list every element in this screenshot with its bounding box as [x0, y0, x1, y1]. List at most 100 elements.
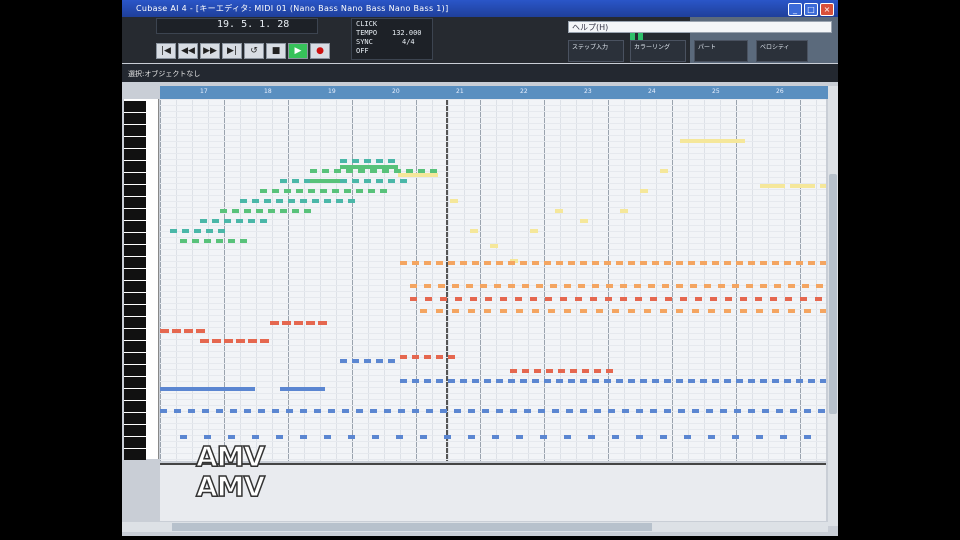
midi-note[interactable] [695, 297, 702, 301]
midi-note[interactable] [252, 199, 259, 203]
midi-note[interactable] [820, 309, 826, 313]
midi-note[interactable] [240, 199, 247, 203]
midi-note[interactable] [480, 284, 487, 288]
midi-note[interactable] [596, 309, 603, 313]
midi-note[interactable] [228, 435, 235, 439]
midi-note[interactable] [620, 284, 627, 288]
midi-note[interactable] [820, 261, 826, 265]
midi-note[interactable] [310, 179, 340, 183]
midi-note[interactable] [644, 309, 651, 313]
midi-note[interactable] [472, 379, 479, 383]
midi-note[interactable] [174, 409, 181, 413]
midi-note[interactable] [384, 409, 391, 413]
black-key[interactable] [124, 301, 146, 304]
midi-note[interactable] [530, 297, 537, 301]
black-key[interactable] [124, 433, 146, 436]
midi-note[interactable] [784, 379, 791, 383]
midi-note[interactable] [184, 329, 193, 333]
midi-note[interactable] [724, 261, 731, 265]
midi-note[interactable] [592, 284, 599, 288]
midi-note[interactable] [725, 297, 732, 301]
midi-note[interactable] [440, 297, 447, 301]
midi-note[interactable] [628, 379, 635, 383]
rewind-button[interactable]: ◀◀ [178, 43, 198, 59]
midi-note[interactable] [424, 261, 431, 265]
black-key[interactable] [124, 445, 146, 448]
midi-note[interactable] [440, 409, 447, 413]
black-key[interactable] [124, 253, 146, 256]
piano-keyboard[interactable] [124, 99, 159, 460]
midi-note[interactable] [712, 379, 719, 383]
midi-note[interactable] [582, 369, 589, 373]
midi-note[interactable] [772, 379, 779, 383]
midi-note[interactable] [410, 297, 417, 301]
midi-note[interactable] [160, 387, 255, 391]
midi-note[interactable] [320, 189, 327, 193]
midi-note[interactable] [282, 321, 291, 325]
midi-note[interactable] [454, 409, 461, 413]
midi-note[interactable] [590, 297, 597, 301]
midi-note[interactable] [244, 409, 251, 413]
midi-note[interactable] [612, 435, 619, 439]
black-key[interactable] [124, 181, 146, 184]
midi-note[interactable] [665, 297, 672, 301]
midi-note[interactable] [468, 435, 475, 439]
midi-note[interactable] [348, 435, 355, 439]
midi-note[interactable] [708, 309, 715, 313]
midi-note[interactable] [304, 209, 311, 213]
midi-note[interactable] [772, 309, 779, 313]
midi-note[interactable] [370, 169, 377, 173]
midi-note[interactable] [544, 379, 551, 383]
midi-note[interactable] [620, 297, 627, 301]
midi-note[interactable] [412, 379, 419, 383]
tempo-panel[interactable]: CLICK TEMPO 132.000 SYNC 4/4 OFF [351, 18, 433, 60]
midi-note[interactable] [500, 297, 507, 301]
midi-note[interactable] [420, 435, 427, 439]
midi-note[interactable] [455, 297, 462, 301]
midi-note[interactable] [772, 261, 779, 265]
midi-note[interactable] [314, 409, 321, 413]
midi-note[interactable] [588, 435, 595, 439]
midi-note[interactable] [344, 189, 351, 193]
midi-note[interactable] [575, 297, 582, 301]
midi-note[interactable] [340, 159, 347, 163]
midi-note[interactable] [448, 379, 455, 383]
midi-note[interactable] [756, 435, 763, 439]
midi-note[interactable] [236, 219, 243, 223]
midi-note[interactable] [760, 261, 767, 265]
midi-note[interactable] [200, 339, 209, 343]
midi-note[interactable] [310, 169, 317, 173]
midi-note[interactable] [628, 261, 635, 265]
midi-note[interactable] [216, 239, 223, 243]
midi-note[interactable] [412, 409, 419, 413]
midi-note[interactable] [538, 409, 545, 413]
midi-note[interactable] [580, 309, 587, 313]
midi-note[interactable] [352, 359, 359, 363]
midi-note[interactable] [376, 179, 383, 183]
midi-note[interactable] [550, 284, 557, 288]
midi-note[interactable] [292, 179, 299, 183]
midi-note[interactable] [616, 379, 623, 383]
midi-note[interactable] [460, 379, 467, 383]
black-key[interactable] [124, 409, 146, 412]
midi-note[interactable] [664, 261, 671, 265]
midi-note[interactable] [580, 219, 588, 223]
midi-note[interactable] [288, 199, 295, 203]
midi-note[interactable] [678, 409, 685, 413]
midi-note[interactable] [204, 239, 211, 243]
midi-note[interactable] [376, 359, 383, 363]
midi-note[interactable] [580, 409, 587, 413]
midi-note[interactable] [236, 339, 245, 343]
midi-note[interactable] [342, 409, 349, 413]
goto-start-button[interactable]: |◀ [156, 43, 176, 59]
midi-note[interactable] [556, 379, 563, 383]
midi-note[interactable] [578, 284, 585, 288]
midi-note[interactable] [398, 173, 438, 177]
midi-note[interactable] [566, 409, 573, 413]
midi-note[interactable] [368, 189, 375, 193]
midi-note[interactable] [508, 379, 515, 383]
midi-note[interactable] [560, 297, 567, 301]
midi-note[interactable] [202, 409, 209, 413]
midi-note[interactable] [352, 179, 359, 183]
midi-note[interactable] [160, 329, 169, 333]
